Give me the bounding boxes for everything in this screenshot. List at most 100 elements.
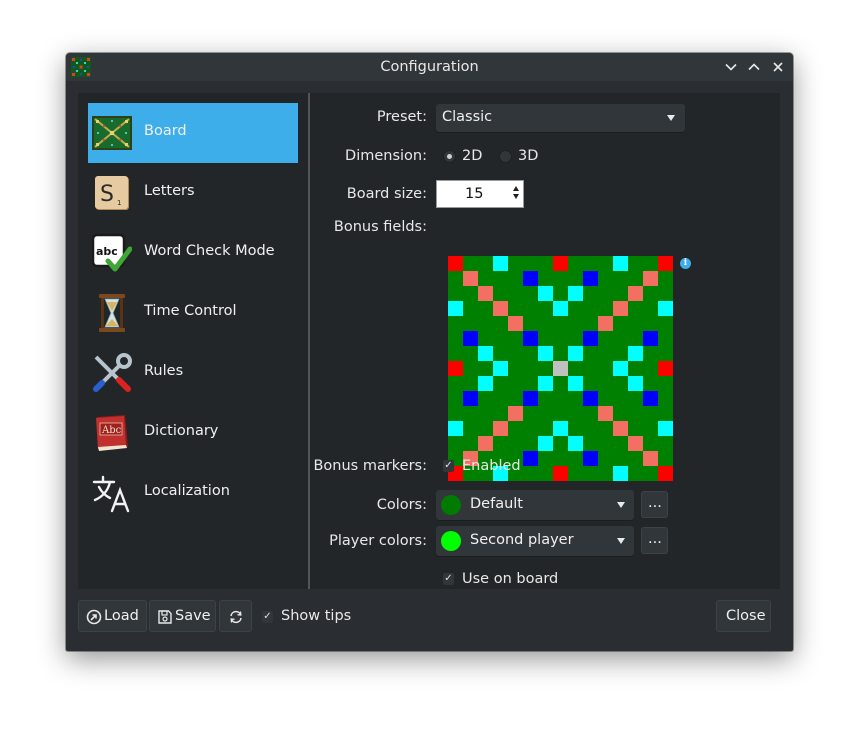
center-cell[interactable] <box>553 361 568 376</box>
triple-letter-cell[interactable] <box>523 451 538 466</box>
double-word-cell[interactable] <box>598 316 613 331</box>
double-letter-cell[interactable] <box>538 436 553 451</box>
double-letter-cell[interactable] <box>553 301 568 316</box>
minimize-button[interactable] <box>723 59 739 75</box>
double-word-cell[interactable] <box>628 286 643 301</box>
spin-up-icon[interactable] <box>513 186 519 191</box>
dimension-2d-label: 2D <box>462 148 483 164</box>
chevron-up-icon <box>748 63 760 71</box>
colors-more-button[interactable]: ... <box>641 491 668 518</box>
dimension-3d-radio[interactable] <box>499 150 512 163</box>
double-letter-cell[interactable] <box>553 421 568 436</box>
save-button[interactable]: Save <box>149 600 216 632</box>
board-size-label: Board size: <box>346 186 427 202</box>
maximize-button[interactable] <box>746 59 762 75</box>
triple-letter-cell[interactable] <box>463 331 478 346</box>
double-word-cell[interactable] <box>628 436 643 451</box>
double-word-cell[interactable] <box>508 316 523 331</box>
triple-letter-cell[interactable] <box>643 391 658 406</box>
double-letter-cell[interactable] <box>538 286 553 301</box>
triple-letter-cell[interactable] <box>523 331 538 346</box>
colors-value: Default <box>470 496 523 512</box>
triple-word-cell[interactable] <box>553 256 568 271</box>
bonus-fields-board[interactable] <box>448 256 673 481</box>
bonus-markers-label: Bonus markers: <box>313 458 427 474</box>
double-letter-cell[interactable] <box>658 301 673 316</box>
sidebar-item-dictionary[interactable]: Abc Dictionary <box>88 403 298 463</box>
double-word-cell[interactable] <box>508 406 523 421</box>
double-word-cell[interactable] <box>643 451 658 466</box>
colors-combobox[interactable]: Default <box>436 490 634 520</box>
player-colors-combobox[interactable]: Second player <box>436 526 634 556</box>
triple-letter-cell[interactable] <box>583 331 598 346</box>
sidebar-item-label: Word Check Mode <box>144 243 275 259</box>
double-letter-cell[interactable] <box>658 421 673 436</box>
triple-word-cell[interactable] <box>658 466 673 481</box>
sidebar-item-letters[interactable]: S 1 Letters <box>88 163 298 223</box>
double-letter-cell[interactable] <box>448 301 463 316</box>
spin-down-icon[interactable] <box>513 194 519 199</box>
double-word-cell[interactable] <box>643 271 658 286</box>
double-letter-cell[interactable] <box>568 286 583 301</box>
triple-letter-cell[interactable] <box>523 391 538 406</box>
triple-letter-cell[interactable] <box>463 391 478 406</box>
double-word-cell[interactable] <box>493 421 508 436</box>
svg-text:S: S <box>100 182 114 207</box>
triple-letter-cell[interactable] <box>583 451 598 466</box>
board-size-spinbox[interactable]: 15 <box>436 180 524 208</box>
triple-letter-cell[interactable] <box>583 271 598 286</box>
reset-button[interactable] <box>219 600 252 632</box>
info-icon[interactable]: i <box>680 258 691 269</box>
double-word-cell[interactable] <box>598 406 613 421</box>
double-word-cell[interactable] <box>463 271 478 286</box>
triple-word-cell[interactable] <box>448 256 463 271</box>
double-letter-cell[interactable] <box>448 421 463 436</box>
close-button[interactable]: Close <box>716 600 771 632</box>
double-letter-cell[interactable] <box>613 361 628 376</box>
double-letter-cell[interactable] <box>568 346 583 361</box>
bonus-markers-checkbox[interactable]: ✓ <box>443 460 454 472</box>
double-word-cell[interactable] <box>613 301 628 316</box>
player-colors-more-button[interactable]: ... <box>641 527 668 554</box>
sidebar-item-time-control[interactable]: Time Control <box>88 283 298 343</box>
double-word-cell[interactable] <box>493 301 508 316</box>
triple-letter-cell[interactable] <box>643 331 658 346</box>
scrabble-board-icon <box>92 116 132 150</box>
triple-letter-cell[interactable] <box>583 391 598 406</box>
double-word-cell[interactable] <box>478 436 493 451</box>
double-letter-cell[interactable] <box>478 346 493 361</box>
double-word-cell[interactable] <box>613 421 628 436</box>
sidebar-item-label: Board <box>144 123 187 139</box>
double-letter-cell[interactable] <box>628 346 643 361</box>
sidebar-item-word-check-mode[interactable]: abc Word Check Mode <box>88 223 298 283</box>
sidebar-item-localization[interactable]: Localization <box>88 463 298 523</box>
double-letter-cell[interactable] <box>478 376 493 391</box>
double-letter-cell[interactable] <box>568 376 583 391</box>
double-letter-cell[interactable] <box>568 436 583 451</box>
sidebar-item-rules[interactable]: Rules <box>88 343 298 403</box>
double-letter-cell[interactable] <box>613 466 628 481</box>
close-window-button[interactable] <box>770 59 786 75</box>
load-button[interactable]: Load <box>78 600 147 632</box>
double-letter-cell[interactable] <box>613 256 628 271</box>
double-word-cell[interactable] <box>478 286 493 301</box>
double-letter-cell[interactable] <box>628 376 643 391</box>
color-swatch <box>441 495 461 515</box>
use-on-board-checkbox[interactable]: ✓ <box>443 573 454 585</box>
triple-word-cell[interactable] <box>448 361 463 376</box>
title-bar[interactable]: Configuration <box>66 53 793 81</box>
double-letter-cell[interactable] <box>493 361 508 376</box>
triple-word-cell[interactable] <box>658 361 673 376</box>
triple-letter-cell[interactable] <box>523 271 538 286</box>
double-letter-cell[interactable] <box>538 346 553 361</box>
chevron-down-icon <box>725 63 737 71</box>
show-tips-checkbox[interactable]: ✓ <box>262 611 273 623</box>
sidebar-item-board[interactable]: Board <box>88 103 298 163</box>
dimension-2d-radio[interactable] <box>443 150 456 163</box>
double-letter-cell[interactable] <box>538 376 553 391</box>
double-letter-cell[interactable] <box>493 256 508 271</box>
triple-word-cell[interactable] <box>553 466 568 481</box>
svg-text:abc: abc <box>96 245 118 258</box>
preset-combobox[interactable]: Classic <box>436 104 685 132</box>
triple-word-cell[interactable] <box>658 256 673 271</box>
